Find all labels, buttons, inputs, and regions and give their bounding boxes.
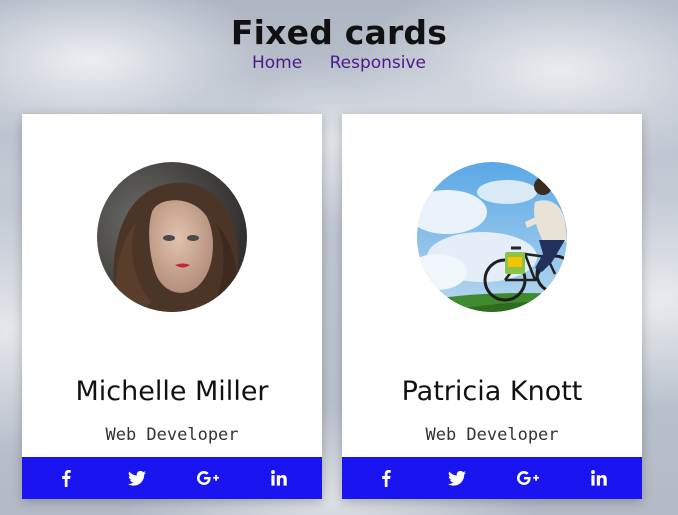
- google-plus-icon[interactable]: [183, 457, 233, 499]
- google-plus-icon[interactable]: [503, 457, 553, 499]
- nav-link-home[interactable]: Home: [252, 53, 302, 73]
- card-role: Web Developer: [105, 425, 239, 445]
- card-role: Web Developer: [425, 425, 559, 445]
- avatar: [97, 162, 247, 312]
- top-nav: Home Responsive: [0, 52, 678, 74]
- facebook-icon[interactable]: [41, 457, 91, 499]
- linkedin-icon[interactable]: [574, 457, 624, 499]
- profile-card: Michelle Miller Web Developer: [22, 114, 322, 499]
- twitter-icon[interactable]: [432, 457, 482, 499]
- page-title: Fixed cards: [230, 13, 448, 52]
- profile-card: Patricia Knott Web Developer: [342, 114, 642, 499]
- facebook-icon[interactable]: [361, 457, 411, 499]
- page-header: Fixed cards Home Responsive: [0, 12, 678, 74]
- card-name: Michelle Miller: [75, 376, 269, 407]
- social-bar: [22, 457, 322, 499]
- twitter-icon[interactable]: [112, 457, 162, 499]
- avatar: [417, 162, 567, 312]
- card-name: Patricia Knott: [401, 376, 583, 407]
- woman-portrait-photo: [97, 162, 247, 312]
- bicycle-rider-photo: [417, 162, 567, 312]
- nav-link-responsive[interactable]: Responsive: [330, 53, 426, 73]
- social-bar: [342, 457, 642, 499]
- linkedin-icon[interactable]: [254, 457, 304, 499]
